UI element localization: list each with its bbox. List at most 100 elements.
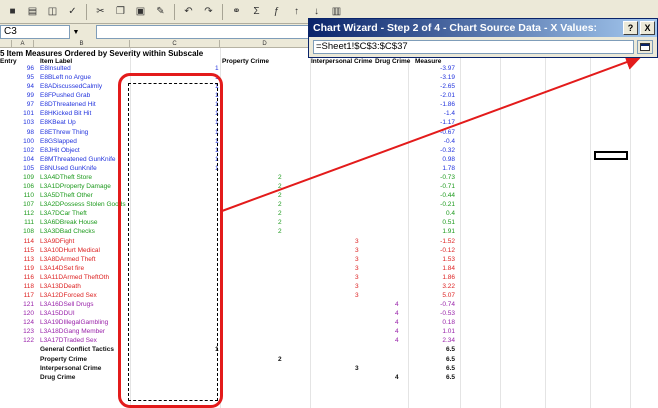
paste-icon[interactable]: ▣ — [132, 3, 149, 20]
table-row[interactable]: 107 L3A2DPossess Stolen Goods 2 -0.21 — [0, 202, 658, 209]
table-row[interactable]: 122 L3A17DTraded Sex 4 2.34 — [0, 338, 658, 345]
table-row[interactable]: 108 L3A3DBad Checks 2 1.91 — [0, 229, 658, 236]
row-measure: 6.5 — [445, 373, 455, 381]
row-label: L3A5DTheft Other — [40, 192, 93, 200]
table-row[interactable]: General Conflict Tactics 1 6.5 — [0, 347, 658, 354]
table-row[interactable]: 116 L3A11DArmed TheftOth 3 1.86 — [0, 274, 658, 282]
table-row[interactable]: 95 E8BLeft no Argue 1 -3.19 — [0, 74, 658, 82]
row-label: L3A12DForced Sex — [40, 292, 97, 299]
table-row[interactable]: Drug Crime 4 6.5 — [0, 373, 658, 382]
undo-icon[interactable]: ↶ — [180, 3, 197, 20]
name-box[interactable]: C3 — [0, 25, 70, 39]
close-button[interactable]: X — [640, 21, 655, 35]
row-entry: 121 — [23, 301, 34, 309]
row-measure: 0.4 — [445, 210, 455, 218]
table-row[interactable]: 102 E8JHit Object 1 -0.32 — [0, 147, 658, 155]
table-row[interactable]: 114 L3A9DFight 3 -1.52 — [0, 237, 658, 246]
table-row[interactable]: 101 E8HKicked Bit Hit 1 -1.4 — [0, 111, 658, 118]
select-all-corner[interactable] — [0, 40, 12, 48]
row-label: L3A6DBreak House — [40, 219, 98, 227]
table-row[interactable]: 121 L3A16DSell Drugs 4 -0.74 — [0, 301, 658, 309]
row-measure: -0.67 — [440, 128, 455, 136]
table-row[interactable]: Property Crime 2 6.5 — [0, 356, 658, 364]
active-cell[interactable] — [594, 151, 628, 160]
table-row[interactable]: 110 L3A5DTheft Other 2 -0.44 — [0, 193, 658, 200]
chevron-down-icon[interactable]: ▼ — [70, 25, 82, 39]
table-row[interactable]: 119 L3A14DSet fire 3 1.84 — [0, 265, 658, 273]
table-row[interactable]: 120 L3A15DDUI 4 -0.53 — [0, 311, 658, 318]
table-row[interactable]: 113 L3A8DArmed Theft 3 1.53 — [0, 256, 658, 264]
table-row[interactable]: 117 L3A12DForced Sex 3 5.07 — [0, 292, 658, 300]
row-entry: 114 — [23, 237, 34, 245]
help-button[interactable]: ? — [623, 21, 638, 35]
row-entry: 97 — [26, 101, 34, 109]
table-row[interactable]: 97 E8DThreatened Hit 1 -1.86 — [0, 102, 658, 109]
formula-input[interactable] — [96, 25, 310, 39]
row-measure: -3.97 — [440, 65, 455, 72]
table-row[interactable]: 109 L3A4DTheft Store 2 -0.73 — [0, 173, 658, 182]
autosum-icon[interactable]: Σ — [248, 3, 265, 20]
table-row[interactable]: 106 L3A1DProperty Damage 2 -0.71 — [0, 183, 658, 191]
spelling-icon[interactable]: ✓ — [64, 3, 81, 20]
table-row[interactable]: 105 E8NUsed GunKnife 1 1.78 — [0, 164, 658, 173]
x-values-range-input[interactable]: =Sheet1!$C$3:$C$37 — [313, 40, 634, 54]
format-painter-icon[interactable]: ✎ — [152, 3, 169, 20]
header-entry: Entry — [0, 58, 17, 65]
table-row[interactable]: 94 E8ADiscussedCalmly 1 -2.65 — [0, 84, 658, 91]
subscale-e: 3 — [355, 282, 359, 290]
column-header[interactable]: A — [12, 40, 34, 48]
table-row[interactable]: 124 L3A19DIllegalGambling 4 0.18 — [0, 320, 658, 327]
subscale-d: 2 — [278, 183, 282, 191]
function-icon[interactable]: ƒ — [268, 3, 285, 20]
row-entry: 104 — [23, 155, 34, 163]
table-row[interactable]: 111 L3A6DBreak House 2 0.51 — [0, 220, 658, 227]
formula-bar: C3 ▼ — [0, 24, 310, 40]
row-entry: 101 — [23, 110, 34, 118]
row-measure: -0.71 — [440, 183, 455, 191]
print-icon[interactable]: ▤ — [24, 3, 41, 20]
header-property-crime: Property Crime — [222, 58, 269, 65]
table-row[interactable]: Interpersonal Crime 3 6.5 — [0, 364, 658, 373]
expand-icon — [640, 43, 650, 51]
table-row[interactable]: 103 E8KBeat Up 1 -1.17 — [0, 120, 658, 127]
table-row[interactable]: 123 L3A18DGang Member 4 1.01 — [0, 329, 658, 336]
row-label: L3A19DIllegalGambling — [40, 319, 109, 327]
row-entry: 98 — [26, 128, 34, 136]
print-preview-icon[interactable]: ◫ — [44, 3, 61, 20]
table-row[interactable]: 112 L3A7DCar Theft 2 0.4 — [0, 211, 658, 218]
column-header[interactable]: B — [34, 40, 130, 48]
table-row[interactable]: 104 E8MThreatened GunKnife 1 0.98 — [0, 155, 658, 164]
row-entry: 95 — [26, 74, 34, 82]
subscale-d: 2 — [278, 210, 282, 218]
expand-dialog-button[interactable] — [637, 40, 653, 54]
save-icon[interactable]: ■ — [4, 3, 21, 20]
hyperlink-icon[interactable]: ⚭ — [228, 3, 245, 20]
row-label: L3A2DPossess Stolen Goods — [40, 201, 126, 209]
row-label: E8EThrew Thing — [40, 128, 89, 136]
row-label: L3A4DTheft Store — [40, 173, 93, 181]
subscale-e: 3 — [355, 364, 359, 372]
table-row[interactable]: 98 E8EThrew Thing 1 -0.67 — [0, 128, 658, 137]
table-row[interactable]: 118 L3A13DDeath 3 3.22 — [0, 282, 658, 291]
table-row[interactable]: 100 E8GSlapped 1 -0.4 — [0, 138, 658, 146]
column-header[interactable]: C — [130, 40, 220, 48]
table-row[interactable]: 96 E8Insulted 1 -3.97 — [0, 65, 658, 73]
worksheet-grid[interactable]: A B C D 5 Item Measures Ordered by Sever… — [0, 40, 658, 408]
table-row[interactable]: 115 L3A10DHurt Medical 3 -0.12 — [0, 246, 658, 255]
header-interpersonal-crime: Interpersonal Crime — [311, 58, 373, 65]
row-entry: 108 — [23, 228, 34, 236]
cut-icon[interactable]: ✂ — [92, 3, 109, 20]
redo-icon[interactable]: ↷ — [200, 3, 217, 20]
table-row[interactable]: 99 E8FPushed Grab 1 -2.01 — [0, 93, 658, 100]
chart-wizard-dialog[interactable]: Chart Wizard - Step 2 of 4 - Chart Sourc… — [308, 18, 658, 58]
dialog-title-bar[interactable]: Chart Wizard - Step 2 of 4 - Chart Sourc… — [309, 19, 657, 37]
row-measure: 1.78 — [442, 164, 455, 172]
row-label: L3A10DHurt Medical — [40, 246, 100, 254]
row-entry: 96 — [26, 65, 34, 72]
row-measure: 5.07 — [442, 292, 455, 299]
sort-ascending-icon[interactable]: ↑ — [288, 3, 305, 20]
column-header[interactable]: D — [220, 40, 310, 48]
copy-icon[interactable]: ❐ — [112, 3, 129, 20]
subscale-c: 1 — [215, 65, 219, 72]
subscale-e: 3 — [355, 292, 359, 299]
